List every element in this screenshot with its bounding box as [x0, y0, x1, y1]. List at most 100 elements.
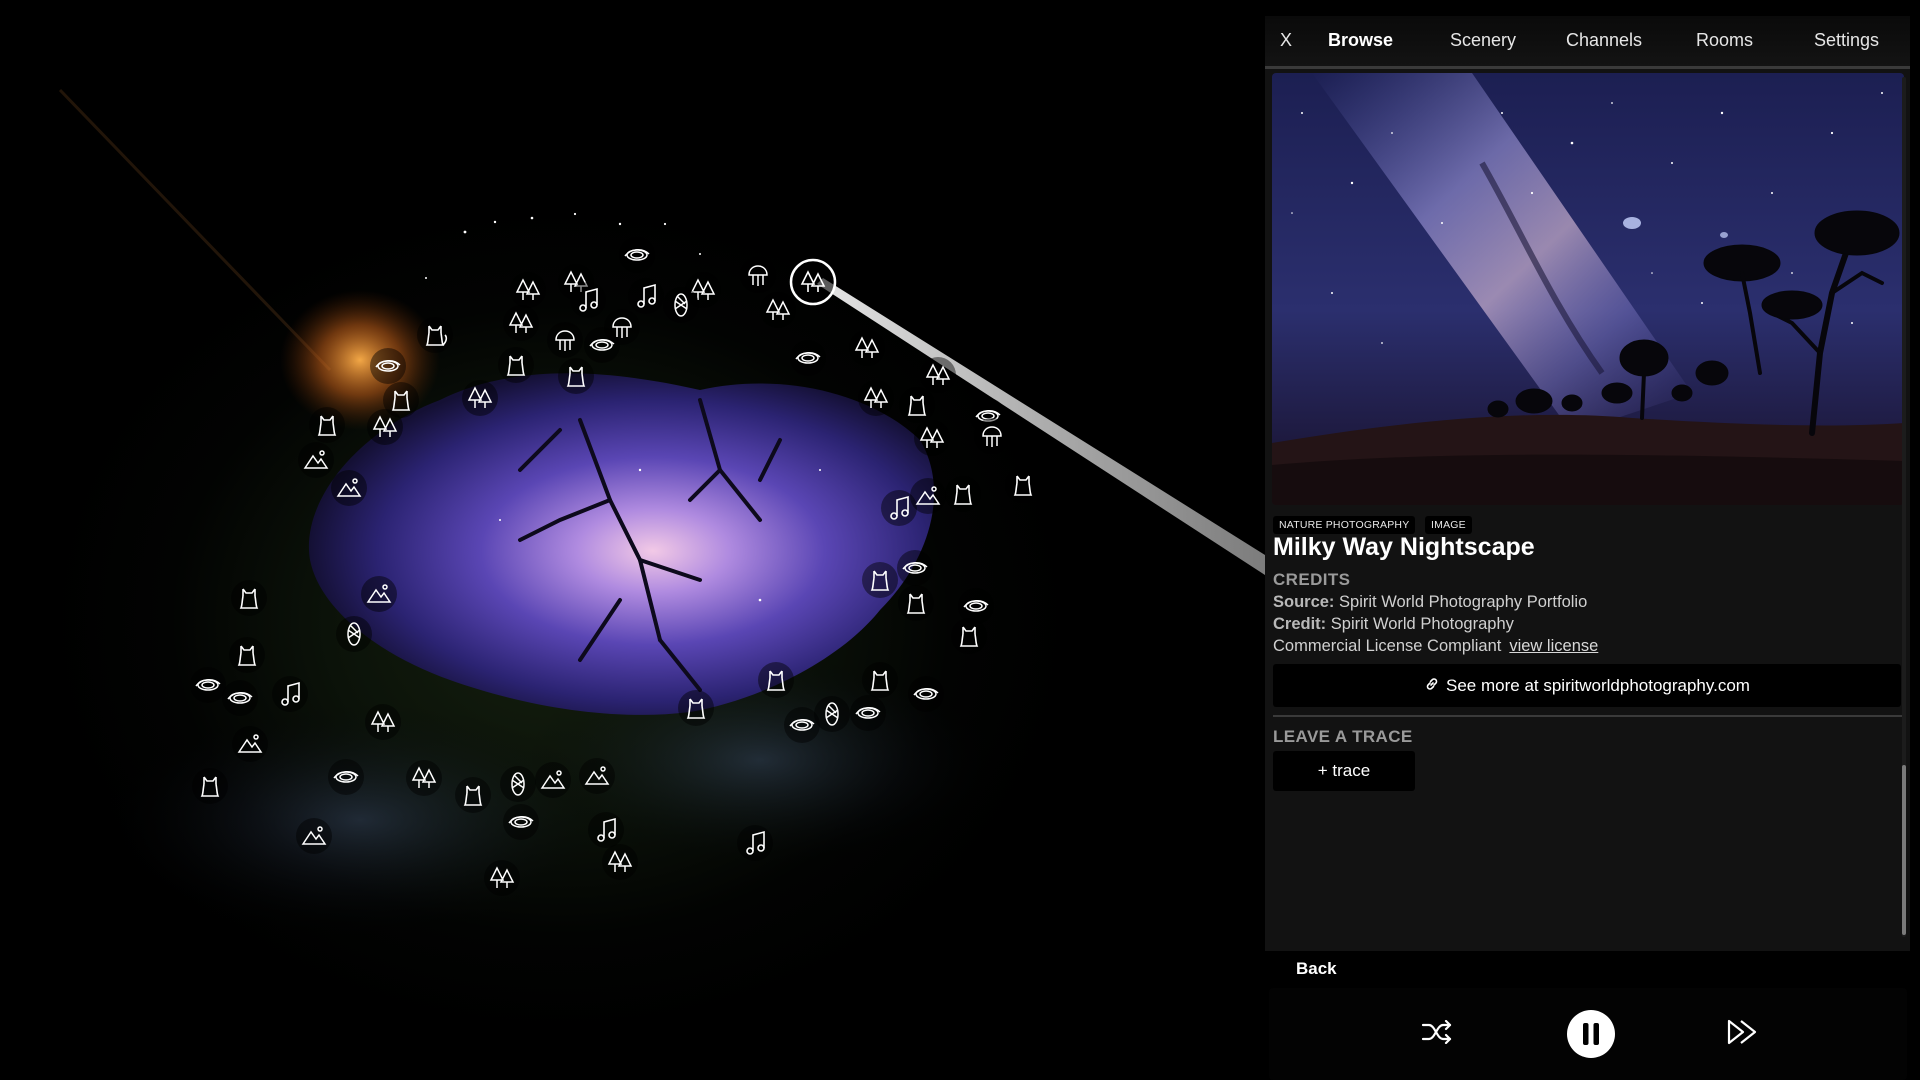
tab-channels[interactable]: Channels	[1566, 30, 1642, 51]
tab-bar: X Browse Scenery Channels Rooms Settings	[1265, 16, 1910, 69]
galaxy-node[interactable]	[503, 804, 539, 840]
tree-node[interactable]	[367, 409, 403, 445]
tree-node[interactable]	[920, 357, 956, 393]
cat-node[interactable]	[945, 476, 981, 512]
mountain-node[interactable]	[298, 442, 334, 478]
tree-node[interactable]	[503, 305, 539, 341]
cat-node[interactable]	[899, 387, 935, 423]
galaxy-node[interactable]	[908, 676, 944, 712]
cat-node[interactable]	[1005, 467, 1041, 503]
scene-viewport[interactable]	[0, 0, 1265, 1080]
cat-node[interactable]	[231, 580, 267, 616]
see-more-label: See more at spiritworldphotography.com	[1446, 676, 1750, 695]
pinecone-node[interactable]	[814, 696, 850, 732]
tab-rooms[interactable]: Rooms	[1696, 30, 1753, 51]
milky-way-photo	[1272, 73, 1904, 505]
tree-node[interactable]	[365, 704, 401, 740]
mountain-node[interactable]	[296, 818, 332, 854]
cat-node[interactable]	[498, 347, 534, 383]
section-divider	[1273, 715, 1903, 717]
mountain-node[interactable]	[579, 758, 615, 794]
galaxy-node[interactable]	[222, 680, 258, 716]
galaxy-node[interactable]	[328, 759, 364, 795]
tab-browse[interactable]: Browse	[1328, 30, 1393, 51]
cat-node[interactable]	[309, 407, 345, 443]
tree-node[interactable]	[406, 760, 442, 796]
galaxy-node[interactable]	[897, 550, 933, 586]
selected-node[interactable]	[789, 258, 837, 306]
credits-heading: CREDITS	[1273, 570, 1351, 589]
type-badge: IMAGE	[1425, 516, 1472, 534]
mountain-node[interactable]	[361, 576, 397, 612]
cat-node[interactable]	[678, 690, 714, 726]
credit-value: Spirit World Photography	[1330, 615, 1514, 633]
player-controls	[1269, 988, 1907, 1080]
shuffle-icon[interactable]	[1421, 1019, 1453, 1049]
jellyfish-node[interactable]	[974, 418, 1010, 454]
tree-node[interactable]	[602, 844, 638, 880]
galaxy-node[interactable]	[790, 340, 826, 376]
cat-node[interactable]	[558, 358, 594, 394]
back-button[interactable]: Back	[1296, 959, 1337, 979]
jellyfish-node[interactable]	[547, 322, 583, 358]
tab-settings[interactable]: Settings	[1814, 30, 1879, 51]
category-badge: NATURE PHOTOGRAPHY	[1273, 516, 1416, 534]
music-node[interactable]	[588, 812, 624, 848]
cat-node[interactable]	[455, 777, 491, 813]
tree-node[interactable]	[484, 860, 520, 896]
cat-node[interactable]	[898, 585, 934, 621]
license-text: Commercial License Compliant	[1273, 637, 1502, 655]
source-label: Source:	[1273, 593, 1335, 611]
galaxy-node[interactable]	[370, 348, 406, 384]
mountain-node[interactable]	[910, 478, 946, 514]
mountain-node[interactable]	[331, 470, 367, 506]
pinecone-node[interactable]	[500, 766, 536, 802]
item-image	[1272, 73, 1904, 505]
scrollbar[interactable]	[1902, 77, 1906, 937]
mountain-node[interactable]	[232, 726, 268, 762]
view-license-link[interactable]: view license	[1509, 637, 1598, 655]
tree-node[interactable]	[849, 330, 885, 366]
cat-node[interactable]	[951, 618, 987, 654]
mountain-node[interactable]	[535, 762, 571, 798]
music-node[interactable]	[272, 676, 308, 712]
music-node[interactable]	[628, 278, 664, 314]
see-more-button[interactable]: See more at spiritworldphotography.com	[1273, 664, 1901, 707]
cat-node[interactable]	[229, 637, 265, 673]
jellyfish-node[interactable]	[604, 309, 640, 345]
music-node[interactable]	[737, 825, 773, 861]
skip-forward-icon[interactable]	[1727, 1018, 1759, 1051]
scene-canvas[interactable]	[0, 0, 1265, 1080]
tree-node[interactable]	[462, 380, 498, 416]
tab-scenery[interactable]: Scenery	[1450, 30, 1516, 51]
galaxy-node[interactable]	[190, 667, 226, 703]
source-line: Source: Spirit World Photography Portfol…	[1273, 593, 1587, 612]
add-trace-button[interactable]: + trace	[1273, 751, 1415, 791]
license-line: Commercial License Compliant view license	[1273, 637, 1598, 656]
jellyfish-node[interactable]	[740, 257, 776, 293]
cat-node[interactable]	[758, 662, 794, 698]
cat-node[interactable]	[862, 562, 898, 598]
browse-content[interactable]: NATURE PHOTOGRAPHY IMAGE Milky Way Night…	[1265, 69, 1910, 951]
pinecone-node[interactable]	[336, 616, 372, 652]
tree-node[interactable]	[914, 420, 950, 456]
credit-label: Credit:	[1273, 615, 1327, 633]
scrollbar-thumb[interactable]	[1902, 765, 1906, 935]
pause-button[interactable]	[1567, 1010, 1615, 1063]
cat-node[interactable]	[192, 768, 228, 804]
galaxy-node[interactable]	[958, 588, 994, 624]
link-icon	[1424, 665, 1440, 708]
close-button[interactable]: X	[1280, 30, 1292, 51]
tree-node[interactable]	[510, 272, 546, 308]
detail-panel: X Browse Scenery Channels Rooms Settings	[1265, 16, 1910, 1080]
galaxy-node[interactable]	[619, 237, 655, 273]
tree-node[interactable]	[760, 292, 796, 328]
item-title: Milky Way Nightscape	[1273, 533, 1535, 561]
tree-node[interactable]	[858, 380, 894, 416]
pause-icon	[1567, 1010, 1615, 1058]
cat-node[interactable]	[862, 662, 898, 698]
galaxy-node[interactable]	[850, 695, 886, 731]
music-node[interactable]	[570, 282, 606, 318]
cat-node[interactable]	[417, 317, 453, 353]
pinecone-node[interactable]	[663, 287, 699, 323]
